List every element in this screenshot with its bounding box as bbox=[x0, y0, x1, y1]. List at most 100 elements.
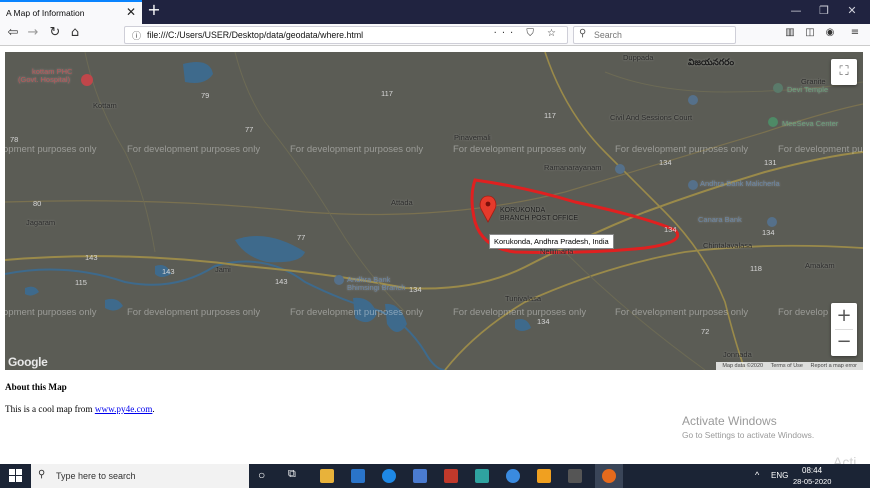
about-paragraph: This is a cool map from www.py4e.com. bbox=[5, 404, 155, 414]
road-number: 77 bbox=[297, 233, 306, 242]
dev-watermark: For development purposes only bbox=[290, 307, 424, 318]
library-icon[interactable]: ▥ bbox=[782, 27, 798, 38]
road-number: 72 bbox=[701, 327, 710, 336]
tray-chevron-icon[interactable]: ^ bbox=[755, 470, 759, 480]
edge-icon[interactable] bbox=[382, 469, 396, 483]
pond bbox=[25, 286, 39, 296]
taskbar-search-placeholder: Type here to search bbox=[56, 471, 136, 481]
activate-subtitle: Go to Settings to activate Windows. bbox=[682, 430, 815, 440]
search-icon: ⚲ bbox=[38, 469, 46, 480]
mail-icon[interactable] bbox=[351, 469, 365, 483]
place-label: Jagaram bbox=[26, 218, 56, 227]
place-label: Civil And Sessions Court bbox=[610, 113, 693, 122]
road-number: 134 bbox=[409, 285, 422, 294]
firefox-taskbar-item[interactable] bbox=[595, 464, 623, 488]
zoom-out-button[interactable]: − bbox=[831, 330, 857, 356]
menu-icon[interactable]: ≡ bbox=[847, 27, 863, 38]
browser-tab[interactable]: A Map of Information ✕ bbox=[0, 0, 142, 24]
road-number: 117 bbox=[544, 111, 556, 120]
new-tab-button[interactable]: + bbox=[147, 0, 161, 19]
location-marker-icon[interactable] bbox=[479, 195, 497, 223]
road-number: 143 bbox=[85, 253, 98, 262]
place-label: Devi Temple bbox=[787, 85, 829, 94]
place-label: Jami bbox=[215, 265, 231, 274]
photos-icon[interactable] bbox=[475, 469, 489, 483]
fullscreen-icon[interactable]: ⛶ bbox=[831, 59, 857, 85]
place-label: Tunivalasa bbox=[505, 294, 541, 303]
pond bbox=[515, 319, 531, 331]
info-window[interactable]: Korukonda, Andhra Pradesh, India bbox=[489, 234, 614, 249]
place-label: Duppada bbox=[623, 53, 654, 62]
taskbar-search[interactable]: ⚲ Type here to search bbox=[31, 464, 249, 488]
report-error-link[interactable]: Report a map error bbox=[811, 363, 857, 369]
restore-icon[interactable]: ❐ bbox=[814, 4, 834, 17]
app-icon[interactable] bbox=[444, 469, 458, 483]
minimize-icon[interactable]: — bbox=[786, 4, 806, 17]
road bbox=[234, 52, 406, 313]
place-label: Kottam bbox=[93, 101, 117, 110]
place-label: Bhimsingi Branch bbox=[347, 283, 406, 292]
dev-watermark: For development purposes only bbox=[453, 307, 587, 318]
road-number: 134 bbox=[664, 225, 677, 234]
py4e-link[interactable]: www.py4e.com bbox=[95, 404, 153, 414]
road-number: 134 bbox=[762, 228, 775, 237]
reload-icon[interactable]: ↻ bbox=[46, 25, 64, 40]
language-indicator[interactable]: ENG bbox=[771, 471, 788, 480]
map-view[interactable]: opment purposes only For development pur… bbox=[5, 52, 863, 370]
place-label: (Govt. Hospital) bbox=[18, 75, 71, 84]
map-data-label: Map data ©2020 bbox=[722, 363, 764, 369]
poi-icon bbox=[688, 95, 698, 105]
forward-icon[interactable]: → bbox=[24, 25, 42, 40]
account-icon[interactable]: ◉ bbox=[822, 27, 838, 38]
settings-gear-icon[interactable] bbox=[537, 469, 551, 483]
road bbox=[5, 103, 863, 216]
windows-start-icon[interactable] bbox=[9, 469, 22, 482]
tab-title: A Map of Information bbox=[6, 8, 85, 18]
zoom-in-button[interactable]: + bbox=[831, 303, 857, 329]
place-label: Andhra Bank Malicherla bbox=[700, 179, 780, 188]
url-text[interactable]: file:///C:/Users/USER/Desktop/data/geoda… bbox=[147, 30, 363, 40]
road-number: 80 bbox=[33, 199, 42, 208]
marker-place-label: KORUKONDA bbox=[500, 207, 546, 214]
road-number: 143 bbox=[275, 277, 288, 286]
road-number: 134 bbox=[537, 317, 550, 326]
store-icon[interactable] bbox=[413, 469, 427, 483]
terms-link[interactable]: Terms of Use bbox=[771, 363, 803, 369]
road-number: 78 bbox=[10, 135, 19, 144]
bank-icon bbox=[688, 180, 698, 190]
place-label: విజయనగరం bbox=[688, 57, 735, 67]
info-icon[interactable]: ⓘ bbox=[132, 29, 141, 42]
road-number: 131 bbox=[764, 158, 777, 167]
activate-windows-notice: Activate Windows Go to Settings to activ… bbox=[682, 414, 814, 440]
back-icon[interactable]: ⇦ bbox=[4, 25, 22, 40]
chrome-icon[interactable] bbox=[506, 469, 520, 483]
hospital-icon bbox=[81, 74, 93, 86]
dev-watermark: For development purposes only bbox=[615, 307, 749, 318]
section-heading: About this Map bbox=[5, 382, 67, 392]
poi-icon bbox=[615, 164, 625, 174]
search-input[interactable]: ⚲ Search bbox=[573, 26, 736, 44]
cortana-icon[interactable]: ○ bbox=[258, 468, 265, 482]
terminal-icon[interactable] bbox=[568, 469, 582, 483]
about-text-end: . bbox=[152, 404, 155, 414]
map-attribution: Map data ©2020 Terms of Use Report a map… bbox=[716, 362, 863, 370]
place-label: Ramanarayanam bbox=[544, 163, 602, 172]
clock-date[interactable]: 28-05-2020 bbox=[793, 477, 831, 486]
clock-time[interactable]: 08:44 bbox=[802, 466, 822, 475]
search-icon: ⚲ bbox=[579, 28, 587, 39]
temple-icon bbox=[773, 83, 783, 93]
close-window-icon[interactable]: ✕ bbox=[842, 4, 862, 17]
activate-title: Activate Windows bbox=[682, 414, 777, 428]
tab-close-icon[interactable]: ✕ bbox=[126, 5, 136, 19]
place-label: Attada bbox=[391, 198, 413, 207]
page-actions-icon[interactable]: ··· ⛉ ☆ bbox=[494, 28, 561, 39]
road-number: 79 bbox=[201, 91, 210, 100]
file-explorer-icon[interactable] bbox=[320, 469, 334, 483]
search-placeholder: Search bbox=[594, 30, 622, 40]
home-icon[interactable]: ⌂ bbox=[66, 25, 84, 40]
sidebar-icon[interactable]: ◫ bbox=[802, 27, 818, 38]
task-view-icon[interactable]: ⧉ bbox=[288, 468, 296, 481]
google-logo[interactable]: Google bbox=[8, 355, 48, 369]
road-number: 117 bbox=[381, 89, 393, 98]
address-bar[interactable]: ⓘ file:///C:/Users/USER/Desktop/data/geo… bbox=[124, 26, 568, 44]
